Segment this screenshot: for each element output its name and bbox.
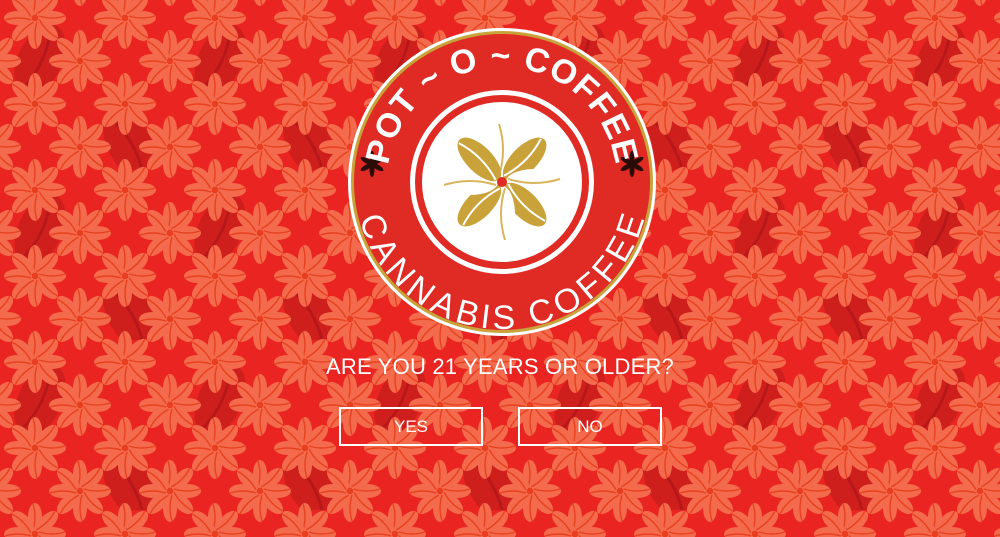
pot-o-coffee-logo: POT ~ O ~ COFFEE CANNABIS COFFEE (348, 28, 656, 337)
age-gate-page: POT ~ O ~ COFFEE CANNABIS COFFEE ARE YOU… (0, 0, 1000, 537)
age-question: ARE YOU 21 YEARS OR OLDER? (326, 354, 674, 379)
coffee-bean-flower-icon (441, 121, 563, 243)
yes-button[interactable]: YES (339, 407, 483, 446)
no-button[interactable]: NO (518, 407, 662, 446)
